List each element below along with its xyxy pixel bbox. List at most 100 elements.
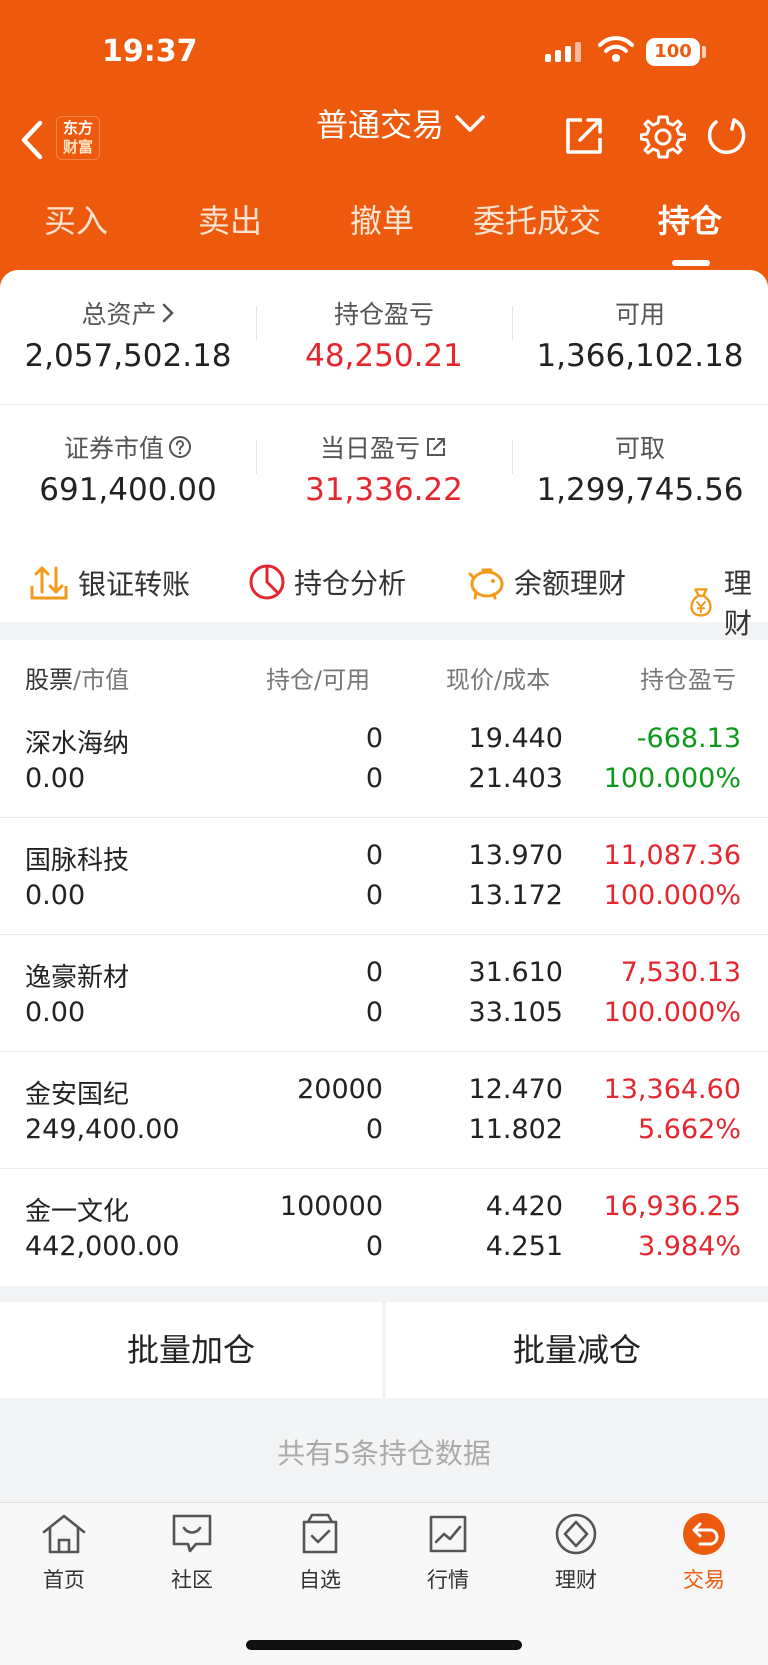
col-header-stock-label: 股票 [25,666,73,694]
logo-line-2: 财富 [62,138,93,156]
nav-label: 首页 [43,1568,85,1592]
tab-orders[interactable]: 委托成交 [468,196,606,242]
position-count-note: 共有5条持仓数据 [277,1437,491,1470]
holding-cell: 0 [365,957,383,988]
market-icon [429,1515,467,1553]
nav-trade[interactable]: 交易 [640,1512,768,1594]
market-value-cell: 0.00 [25,763,86,794]
nav-label: 行情 [427,1568,469,1592]
divider [256,306,257,340]
table-row[interactable]: 国脉科技 0.00 0 0 13.970 13.172 11,087.36 10… [0,818,768,935]
available-cell: 0 [365,997,383,1028]
col-header-price-label: 现价 [446,666,494,694]
tab-sell[interactable]: 卖出 [194,196,266,242]
tab-buy[interactable]: 买入 [40,196,112,242]
available-cell: 0 [365,1114,383,1145]
pl-pct-cell: 5.662% [638,1114,741,1145]
batch-reduce-button[interactable]: 批量减仓 [386,1302,768,1398]
market-value-cell: 0.00 [25,880,86,911]
position-pl-label: 持仓盈亏 [333,300,434,329]
daily-pl[interactable]: 当日盈亏 31,336.22 [256,430,512,508]
nav-market[interactable]: 行情 [384,1512,512,1594]
market-value-cell: 442,000.00 [25,1231,180,1262]
account-type-selector[interactable]: 普通交易 [316,100,486,146]
table-row[interactable]: 逸豪新材 0.00 0 0 31.610 33.105 7,530.13 100… [0,935,768,1052]
divider [0,404,768,405]
refresh-icon [707,118,746,154]
help-icon[interactable] [168,435,192,459]
refresh-button[interactable] [704,114,748,162]
settings-button[interactable] [639,114,687,164]
nav-label: 理财 [555,1568,597,1592]
shortcut-label: 持仓分析 [294,567,407,600]
table-row[interactable]: 金安国纪 249,400.00 20000 0 12.470 11.802 13… [0,1052,768,1169]
daily-pl-value: 31,336.22 [305,472,463,508]
tab-positions[interactable]: 持仓 [654,196,726,242]
gear-icon [639,115,687,159]
batch-add-button[interactable]: 批量加仓 [0,1302,382,1398]
tab-cancel[interactable]: 撤单 [346,196,418,242]
shortcut-wealth[interactable]: 理财 [686,562,768,642]
pl-cell: 7,530.13 [620,957,741,988]
available-cell: 0 [365,880,383,911]
home-icon [42,1514,86,1554]
total-assets-value: 2,057,502.18 [24,338,232,374]
holding-cell: 20000 [297,1074,383,1105]
nav-community[interactable]: 社区 [128,1512,256,1594]
available-cell: 0 [365,763,383,794]
shortcut-label: 银证转账 [78,568,191,601]
withdrawable-funds: 可取 1,299,745.56 [512,430,768,508]
page-title: 普通交易 [316,106,445,144]
transfer-icon [30,566,68,600]
col-header-cost-label: 成本 [502,666,551,694]
shortcut-balance-wealth[interactable]: 余额理财 [466,562,626,602]
market-value-cell: 0.00 [25,997,86,1028]
available-label: 可用 [614,300,665,329]
pie-chart-icon [249,564,285,600]
daily-pl-label: 当日盈亏 [319,434,420,463]
piggy-bank-icon [468,568,504,600]
wealth-icon [555,1513,597,1555]
holding-cell: 100000 [279,1191,383,1222]
nav-label: 交易 [683,1568,725,1592]
pl-cell: 16,936.25 [603,1191,741,1222]
cost-cell: 13.172 [468,880,563,911]
shortcut-label: 理财 [723,567,752,640]
community-icon [172,1514,212,1553]
external-link-icon [427,438,445,456]
shortcut-label: 余额理财 [514,567,627,600]
nav-wealth[interactable]: 理财 [512,1512,640,1594]
back-button[interactable] [16,115,52,165]
table-row[interactable]: 金一文化 442,000.00 100000 0 4.420 4.251 16,… [0,1169,768,1286]
share-button[interactable] [562,114,606,162]
stock-name: 国脉科技 [25,846,130,876]
market-value-value: 691,400.00 [39,472,217,508]
nav-label: 社区 [171,1568,213,1592]
total-assets-label-wrap: 总资产 [0,296,256,330]
col-header-hold-label: 持仓 [266,666,314,694]
table-row[interactable]: 深水海纳 0.00 0 0 19.440 21.403 -668.13 100.… [0,701,768,818]
home-indicator[interactable] [246,1640,522,1650]
total-assets[interactable]: 总资产 2,057,502.18 [0,296,256,374]
cellular-signal-icon [545,42,581,62]
nav-watchlist[interactable]: 自选 [256,1512,384,1594]
position-pl: 持仓盈亏 48,250.21 [256,296,512,374]
share-icon [566,118,602,154]
holding-cell: 0 [365,723,383,754]
pl-pct-cell: 100.000% [603,763,741,794]
trade-icon [683,1513,725,1555]
nav-home[interactable]: 首页 [0,1512,128,1594]
active-tab-indicator [672,260,710,266]
shortcut-bank-transfer[interactable]: 银证转账 [28,562,190,604]
col-header-mv-label: 市值 [81,666,130,694]
market-value[interactable]: 证券市值 691,400.00 [0,430,256,508]
watchlist-icon [302,1513,338,1554]
position-pl-value: 48,250.21 [305,338,463,374]
eastmoney-logo: 东方 财富 [56,116,100,160]
divider [512,440,513,474]
wifi-icon [598,34,634,68]
price-cell: 31.610 [468,957,563,988]
shortcut-position-analysis[interactable]: 持仓分析 [248,562,406,602]
trade-tabs: 买入 卖出 撤单 委托成交 持仓 [0,196,768,256]
withdrawable-value: 1,299,745.56 [536,472,744,508]
